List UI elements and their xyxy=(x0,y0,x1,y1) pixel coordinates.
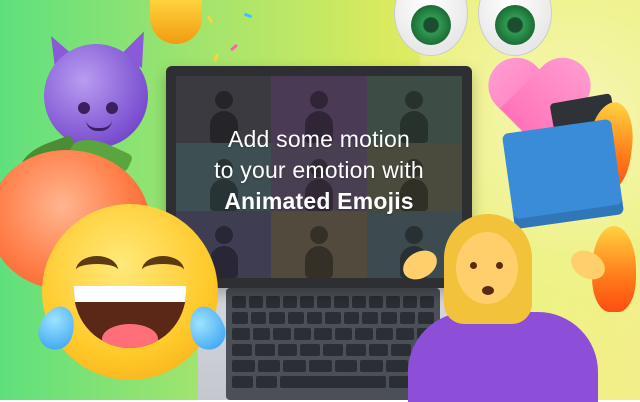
video-tile xyxy=(271,210,367,278)
shrugging-woman-emoji-icon xyxy=(397,208,611,402)
promo-headline: Add some motion to your emotion with Ani… xyxy=(176,124,462,217)
headline-line-1: Add some motion xyxy=(228,126,410,152)
headline-line-2: to your emotion with xyxy=(214,157,424,183)
